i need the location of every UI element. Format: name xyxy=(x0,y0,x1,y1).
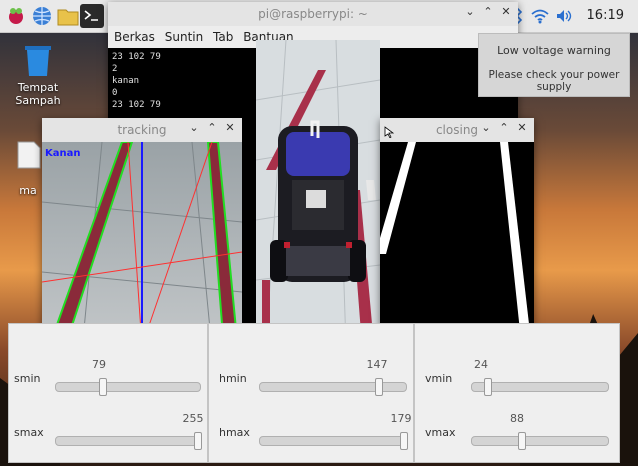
minimize-button[interactable]: ⌄ xyxy=(480,121,492,134)
smax-slider[interactable] xyxy=(55,432,202,450)
closing-window[interactable]: closing ⌄ ⌃ ✕ xyxy=(380,118,534,350)
direction-label: Kanan xyxy=(45,148,81,159)
hmax-slider-handle[interactable] xyxy=(400,432,408,450)
terminal-titlebar[interactable]: pi@raspberrypi: ~ ⌄ ⌃ ✕ xyxy=(108,2,518,27)
tracking-window[interactable]: tracking ⌄ ⌃ ✕ Kanan xyxy=(42,118,242,350)
vmax-value: 88 xyxy=(510,412,524,425)
document-icon xyxy=(17,141,41,169)
smin-label: smin xyxy=(14,372,41,385)
mouse-cursor-icon xyxy=(384,126,394,138)
vmax-label: vmax xyxy=(425,426,456,439)
tracking-titlebar[interactable]: tracking ⌄ ⌃ ✕ xyxy=(42,118,242,143)
minimize-button[interactable]: ⌄ xyxy=(188,121,200,134)
trackbar-panel-s: 79 smin 255 smax xyxy=(8,323,208,463)
vmax-slider[interactable] xyxy=(471,432,609,450)
smax-value: 255 xyxy=(182,412,204,425)
vmin-slider[interactable] xyxy=(471,378,609,396)
hmin-value: 147 xyxy=(366,358,388,371)
low-voltage-notification[interactable]: Low voltage warning Please check your po… xyxy=(478,33,630,97)
menu-sunting[interactable]: Suntin xyxy=(165,30,203,44)
smin-slider[interactable] xyxy=(55,378,201,396)
trash-desktop-icon[interactable]: Tempat Sampah xyxy=(10,42,66,107)
raspberry-icon[interactable] xyxy=(4,4,28,28)
menu-berkas[interactable]: Berkas xyxy=(114,30,155,44)
trackbar-panel-h: 147 hmin 179 hmax xyxy=(208,323,414,463)
wifi-icon[interactable] xyxy=(528,8,552,24)
smax-slider-handle[interactable] xyxy=(194,432,202,450)
notification-message: Please check your power supply xyxy=(488,69,620,93)
smin-slider-handle[interactable] xyxy=(99,378,107,396)
smax-label: smax xyxy=(14,426,44,439)
file-label[interactable]: ma xyxy=(10,184,46,197)
closing-titlebar[interactable]: closing ⌄ ⌃ ✕ xyxy=(380,118,534,143)
web-browser-icon[interactable] xyxy=(30,4,54,28)
menu-tab[interactable]: Tab xyxy=(213,30,233,44)
volume-icon[interactable] xyxy=(552,8,576,24)
hmin-label: hmin xyxy=(219,372,247,385)
closing-mask-frame xyxy=(380,142,534,350)
hmax-slider[interactable] xyxy=(259,432,408,450)
terminal-icon[interactable] xyxy=(80,4,104,28)
vmin-slider-handle[interactable] xyxy=(484,378,492,396)
vmin-value: 24 xyxy=(474,358,488,371)
close-button[interactable]: ✕ xyxy=(224,121,236,134)
close-button[interactable]: ✕ xyxy=(500,5,512,18)
close-button[interactable]: ✕ xyxy=(516,121,528,134)
trash-icon xyxy=(25,46,51,76)
hmax-label: hmax xyxy=(219,426,250,439)
maximize-button[interactable]: ⌃ xyxy=(482,5,494,18)
notification-title: Low voltage warning xyxy=(497,44,611,57)
hmin-slider[interactable] xyxy=(259,378,407,396)
hmin-slider-handle[interactable] xyxy=(375,378,383,396)
clock[interactable]: 16:19 xyxy=(587,8,624,23)
terminal-title: pi@raspberrypi: ~ xyxy=(258,7,368,21)
file-desktop-icon[interactable] xyxy=(14,140,44,173)
minimize-button[interactable]: ⌄ xyxy=(464,5,476,18)
maximize-button[interactable]: ⌃ xyxy=(498,121,510,134)
trackbar-panel-v: 24 vmin 88 vmax xyxy=(414,323,620,463)
car-camera-image xyxy=(256,40,380,346)
maximize-button[interactable]: ⌃ xyxy=(206,121,218,134)
file-manager-icon[interactable] xyxy=(56,4,80,28)
trash-label: Tempat xyxy=(17,81,59,94)
smin-value: 79 xyxy=(92,358,106,371)
tracking-video-frame xyxy=(42,142,242,350)
vmax-slider-handle[interactable] xyxy=(518,432,526,450)
trash-label-line2: Sampah xyxy=(15,94,61,107)
vmin-label: vmin xyxy=(425,372,453,385)
